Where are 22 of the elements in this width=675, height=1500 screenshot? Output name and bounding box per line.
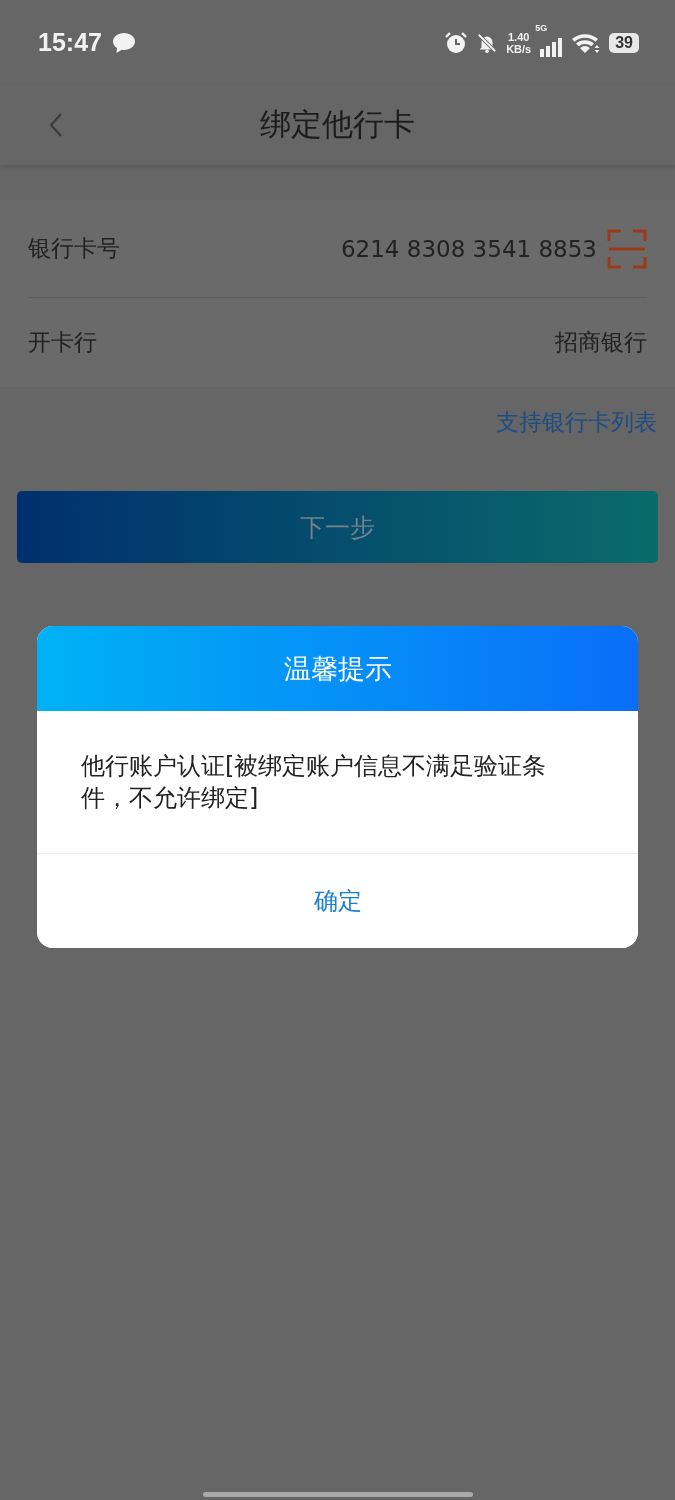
muted-bell-icon xyxy=(476,31,499,54)
page-title: 绑定他行卡 xyxy=(260,105,415,144)
back-icon[interactable] xyxy=(49,112,63,138)
field-value[interactable]: 6214 8308 3541 8853 xyxy=(340,235,597,262)
dialog-message: 他行账户认证[被绑定账户信息不满足验证条件，不允许绑定] xyxy=(81,751,548,814)
field-label: 银行卡号 xyxy=(28,234,121,263)
home-indicator[interactable] xyxy=(202,1492,473,1497)
scan-icon[interactable] xyxy=(607,228,647,269)
network-speed: 1.40 xyxy=(507,30,530,43)
network-type: 5G xyxy=(535,22,548,33)
field-label: 开卡行 xyxy=(28,328,98,357)
network-speed-unit: KB/s xyxy=(506,42,532,55)
dialog-title: 温馨提示 xyxy=(283,651,392,686)
next-step-button[interactable]: 下一步 xyxy=(17,491,658,563)
status-time: 15:47 xyxy=(38,28,102,57)
battery-level: 39 xyxy=(615,33,633,52)
wifi-icon xyxy=(571,31,602,54)
alarm-icon xyxy=(444,30,469,55)
signal-icon xyxy=(539,36,564,57)
chat-bubble-icon xyxy=(111,31,136,54)
field-value[interactable]: 招商银行 xyxy=(555,327,647,358)
supported-banks-link[interactable]: 支持银行卡列表 xyxy=(496,407,657,438)
